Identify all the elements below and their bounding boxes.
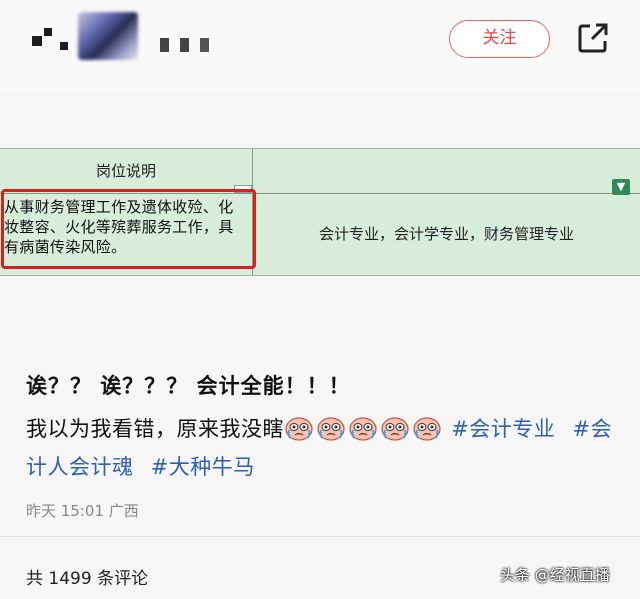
post-meta: 昨天 15:01 广西 <box>26 500 139 521</box>
spreadsheet-image: 岗位说明 ▼ 从事财务管理工作及遗体收殓、化妆整容、火化等殡葬服务工作，具有病菌… <box>0 148 640 276</box>
post-location: 广西 <box>108 502 139 520</box>
major-requirement-cell: 会计专业，会计学专业，财务管理专业 <box>318 225 574 243</box>
watermark: 头条 @经视直播 <box>500 566 610 584</box>
hashtag-link[interactable]: #大种牛马 <box>151 455 255 479</box>
post-time: 昨天 15:01 <box>26 502 104 520</box>
share-icon[interactable] <box>576 21 610 55</box>
emoji-row <box>284 417 444 441</box>
post-text-body: 我以为我看错，原来我没瞎 <box>26 417 284 441</box>
header-cell-position: 岗位说明 <box>0 149 253 194</box>
crying-face-emoji <box>349 417 377 441</box>
follow-button[interactable]: 关注 <box>449 20 550 58</box>
crying-face-emoji <box>317 417 345 441</box>
crying-face-emoji <box>413 417 441 441</box>
hashtag-link[interactable]: #会计专业 <box>451 417 555 441</box>
divider <box>0 536 640 537</box>
header-cell-empty <box>253 149 640 194</box>
comment-count[interactable]: 共 1499 条评论 <box>26 564 148 589</box>
crying-face-emoji <box>381 417 409 441</box>
crying-face-emoji <box>285 417 313 441</box>
post-title: 诶？？ 诶？？？ 会计全能！！！ <box>26 374 351 398</box>
avatar[interactable] <box>78 12 138 60</box>
post-text: 我以为我看错，原来我没瞎 #会计专业 #会计人会计魂 #大种牛马 <box>26 410 616 486</box>
post-header: 关注 <box>0 0 640 90</box>
highlight-box <box>1 189 256 269</box>
